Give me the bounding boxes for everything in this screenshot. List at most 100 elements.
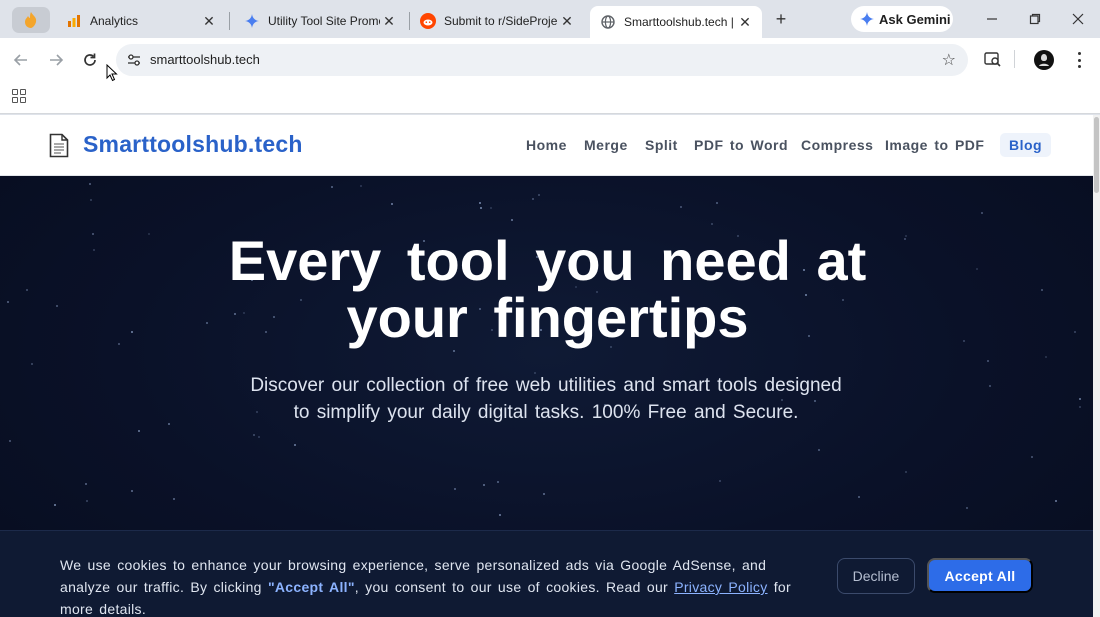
star-dot <box>989 385 991 387</box>
star-dot <box>680 206 682 208</box>
tab-separator <box>229 12 230 30</box>
site-header: Smarttoolshub.tech Home Merge Split PDF … <box>0 115 1093 176</box>
cookie-banner: We use cookies to enhance your browsing … <box>0 530 1093 617</box>
browser-toolbar: smarttoolshub.tech ☆ <box>0 38 1100 82</box>
star-dot <box>711 223 713 225</box>
arrow-left-icon <box>13 54 27 66</box>
star-dot <box>905 471 907 473</box>
star-dot <box>85 483 87 485</box>
star-dot <box>54 504 56 506</box>
star-dot <box>1045 356 1047 358</box>
cookie-text: , you consent to our use of cookies. Rea… <box>354 579 675 595</box>
privacy-policy-link[interactable]: Privacy Policy <box>674 579 767 595</box>
star-dot <box>253 434 255 436</box>
star-dot <box>86 500 88 502</box>
browser-menu-button[interactable] <box>1072 52 1086 68</box>
gemini-star-icon <box>860 12 874 26</box>
star-dot <box>981 212 983 214</box>
tab-title: Analytics <box>90 14 139 28</box>
minimize-button[interactable] <box>980 8 1004 30</box>
star-dot <box>258 436 260 438</box>
star-dot <box>716 202 718 204</box>
star-dot <box>453 350 455 352</box>
star-dot <box>966 507 968 509</box>
star-dot <box>479 202 481 204</box>
star-dot <box>92 233 94 235</box>
close-window-button[interactable] <box>1066 8 1090 30</box>
nav-merge[interactable]: Merge <box>584 137 628 153</box>
site-brand[interactable]: Smarttoolshub.tech <box>83 131 303 158</box>
star-dot <box>976 268 978 270</box>
analytics-icon <box>66 13 82 29</box>
hero-title-line: your fingertips <box>346 286 749 349</box>
star-dot <box>360 185 362 187</box>
page-scrollbar[interactable] <box>1093 115 1100 617</box>
star-dot <box>538 194 540 196</box>
hero-title: Every tool you need at your fingertips <box>150 232 945 346</box>
star-dot <box>56 305 58 307</box>
star-dot <box>1079 406 1081 408</box>
nav-blog[interactable]: Blog <box>1000 133 1052 157</box>
nav-split[interactable]: Split <box>645 137 678 153</box>
tab-utility-tool-site-promo[interactable]: Utility Tool Site Promo ✕ <box>234 6 406 36</box>
ask-gemini-label: Ask Gemini <box>879 11 951 27</box>
star-dot <box>1031 456 1033 458</box>
star-dot <box>543 493 545 495</box>
restore-button[interactable] <box>1023 8 1047 30</box>
forward-button[interactable] <box>45 49 67 71</box>
nav-pdf-to-word[interactable]: PDF to Word <box>694 137 788 153</box>
nav-image-to-pdf[interactable]: Image to PDF <box>885 137 984 153</box>
star-dot <box>987 360 989 362</box>
reload-button[interactable] <box>79 49 101 71</box>
star-dot <box>490 207 492 209</box>
address-bar[interactable]: smarttoolshub.tech ☆ <box>116 44 968 76</box>
star-dot <box>532 198 534 200</box>
accept-all-button[interactable]: Accept All <box>927 558 1033 593</box>
scroll-thumb[interactable] <box>1094 117 1099 193</box>
nav-compress[interactable]: Compress <box>801 137 873 153</box>
star-dot <box>1079 398 1081 400</box>
star-dot <box>138 430 140 432</box>
apps-grid-icon[interactable] <box>12 89 26 103</box>
tab-title: Smarttoolshub.tech | F <box>624 15 736 29</box>
decline-button[interactable]: Decline <box>837 558 915 594</box>
accept-all-quote: "Accept All" <box>267 579 355 595</box>
tab-analytics[interactable]: Analytics ✕ <box>56 6 226 36</box>
google-lens-button[interactable] <box>983 50 1003 70</box>
mouse-cursor-icon <box>106 64 118 82</box>
fire-icon <box>25 12 37 28</box>
new-tab-button[interactable]: + <box>770 8 792 30</box>
close-tab-icon[interactable]: ✕ <box>200 12 218 30</box>
star-dot <box>331 186 333 188</box>
tab-smarttoolshub[interactable]: Smarttoolshub.tech | F ✕ <box>590 6 762 38</box>
close-tab-icon[interactable]: ✕ <box>558 12 576 30</box>
bookmark-star-icon[interactable]: ☆ <box>942 50 956 70</box>
ask-gemini-button[interactable]: Ask Gemini <box>851 6 953 32</box>
profile-avatar[interactable] <box>1034 50 1054 70</box>
back-button[interactable] <box>10 49 32 71</box>
star-dot <box>963 340 965 342</box>
tune-icon <box>128 54 140 66</box>
nav-home[interactable]: Home <box>526 137 567 153</box>
reddit-icon <box>420 13 436 29</box>
page-viewport: Smarttoolshub.tech Home Merge Split PDF … <box>0 115 1100 617</box>
tab-submit-reddit[interactable]: Submit to r/SideProje ✕ <box>410 6 584 36</box>
globe-icon <box>600 14 616 30</box>
star-dot <box>454 488 456 490</box>
star-dot <box>1055 500 1057 502</box>
star-dot <box>131 331 133 333</box>
plus-icon: + <box>775 8 787 29</box>
tab-title: Utility Tool Site Promo <box>268 14 380 28</box>
close-tab-icon[interactable]: ✕ <box>736 13 754 31</box>
star-dot <box>89 183 91 185</box>
pinned-tab[interactable] <box>12 7 50 33</box>
reload-icon <box>84 53 96 66</box>
site-info-button[interactable] <box>122 48 146 72</box>
hero-title-line: Every tool you need at <box>228 229 867 292</box>
arrow-right-icon <box>50 54 64 66</box>
star-dot <box>90 199 92 201</box>
close-icon <box>1072 13 1084 25</box>
close-tab-icon[interactable]: ✕ <box>380 12 398 30</box>
star-dot <box>173 498 175 500</box>
url-text[interactable]: smarttoolshub.tech <box>150 52 260 67</box>
